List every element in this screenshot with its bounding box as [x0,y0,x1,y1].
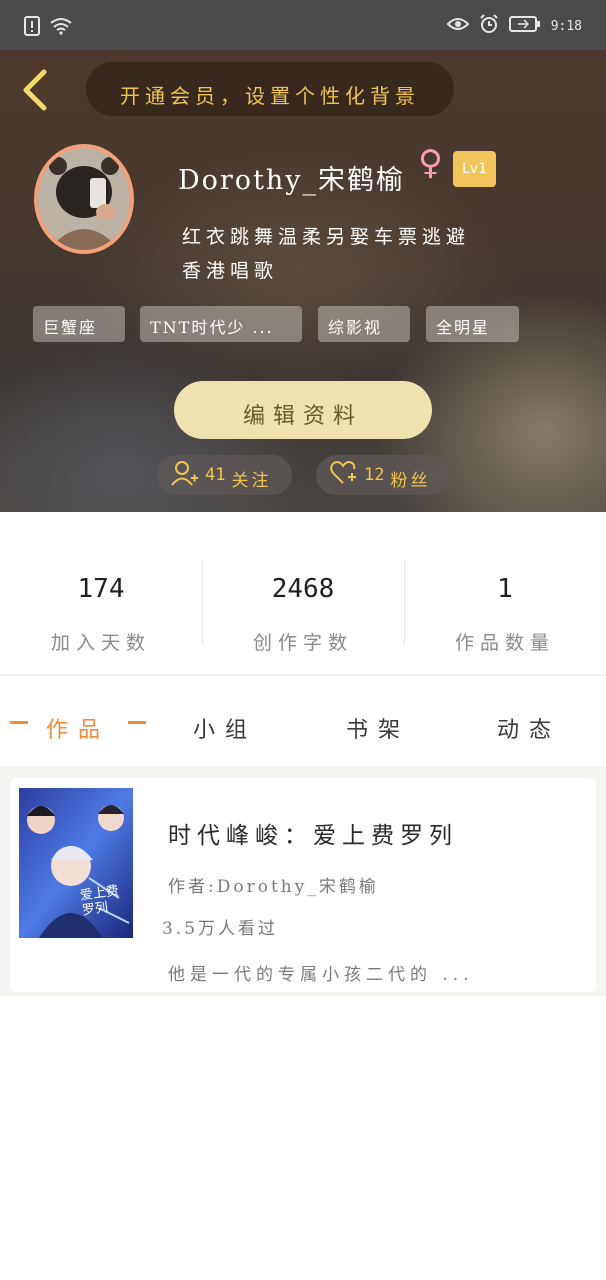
profile-header: 开通会员，设置个性化背景 Dorothy_宋鹤榆 ♀ Lv1 红衣跳舞温柔另娶车… [0,50,606,512]
eye-icon [446,16,470,36]
tab-works[interactable]: 作品 [46,712,110,752]
tag-chip[interactable]: 巨蟹座 [33,306,125,342]
back-button[interactable] [18,68,58,112]
username: Dorothy_宋鹤榆 [178,165,406,196]
stat-label: 作品数量 [454,632,555,654]
stat-join-days: 174 加入天数 [0,544,202,672]
tag-chip[interactable]: TNT时代少 ... [140,306,302,342]
bio-line: 红衣跳舞温柔另娶车票逃避 [182,226,471,248]
tab-bookshelf[interactable]: 书架 [346,712,410,752]
avatar[interactable] [34,144,134,254]
stats-row: 174 加入天数 2468 创作字数 1 作品数量 [0,544,606,672]
add-user-icon [171,460,199,491]
work-author: 作者:Dorothy_宋鹤榆 [168,877,379,897]
stat-value: 1 [497,574,513,604]
stat-word-count: 2468 创作字数 [202,544,404,672]
stat-value: 174 [77,574,125,604]
female-icon: ♀ [418,143,443,183]
wifi-icon [50,17,72,39]
cover-art [19,788,133,938]
work-views: 3.5万人看过 [162,919,279,939]
stat-label: 创作字数 [252,632,353,654]
work-cover[interactable]: 爱上费罗列 [19,788,133,938]
following-button[interactable]: 41 关注 [157,455,292,495]
cover-text: 爱上费罗列 [79,883,120,919]
bio-line: 香港唱歌 [182,260,279,282]
status-bar: 9:18 [0,0,606,50]
tab-bar: 作品 小组 书架 动态 [0,676,606,764]
avatar-photo [38,148,130,250]
bio: 红衣跳舞温柔另娶车票逃避 香港唱歌 [182,220,582,288]
stat-works-count: 1 作品数量 [404,544,606,672]
followers-label: 粉丝 [390,470,431,491]
following-label: 关注 [231,470,272,491]
tab-groups[interactable]: 小组 [193,712,257,752]
status-right-icons: 9:18 [446,14,582,38]
tab-activity[interactable]: 动态 [497,712,561,752]
vip-banner-text: 开通会员，设置个性化背景 [120,83,420,108]
followers-count: 12 [364,465,385,485]
work-title[interactable]: 时代峰峻：爱上费罗列 [168,816,458,850]
stat-label: 加入天数 [50,632,151,654]
heart-add-icon [330,460,358,491]
sim-alert-icon [24,16,40,40]
tag-chip[interactable]: 综影视 [318,306,410,342]
status-time: 9:18 [550,18,582,34]
tag-chip[interactable]: 全明星 [426,306,519,342]
chevron-left-icon [18,69,58,116]
alarm-icon [479,14,499,38]
stat-value: 2468 [271,574,335,604]
edit-profile-button[interactable]: 编辑资料 [174,381,432,439]
level-badge: Lv1 [453,151,496,187]
battery-icon [508,16,541,36]
following-count: 41 [205,465,226,485]
followers-button[interactable]: 12 粉丝 [316,455,450,495]
work-description: 他是一代的专属小孩二代的 ... [168,965,474,985]
vip-banner[interactable]: 开通会员，设置个性化背景 [86,62,454,116]
status-left-icons [24,16,72,40]
